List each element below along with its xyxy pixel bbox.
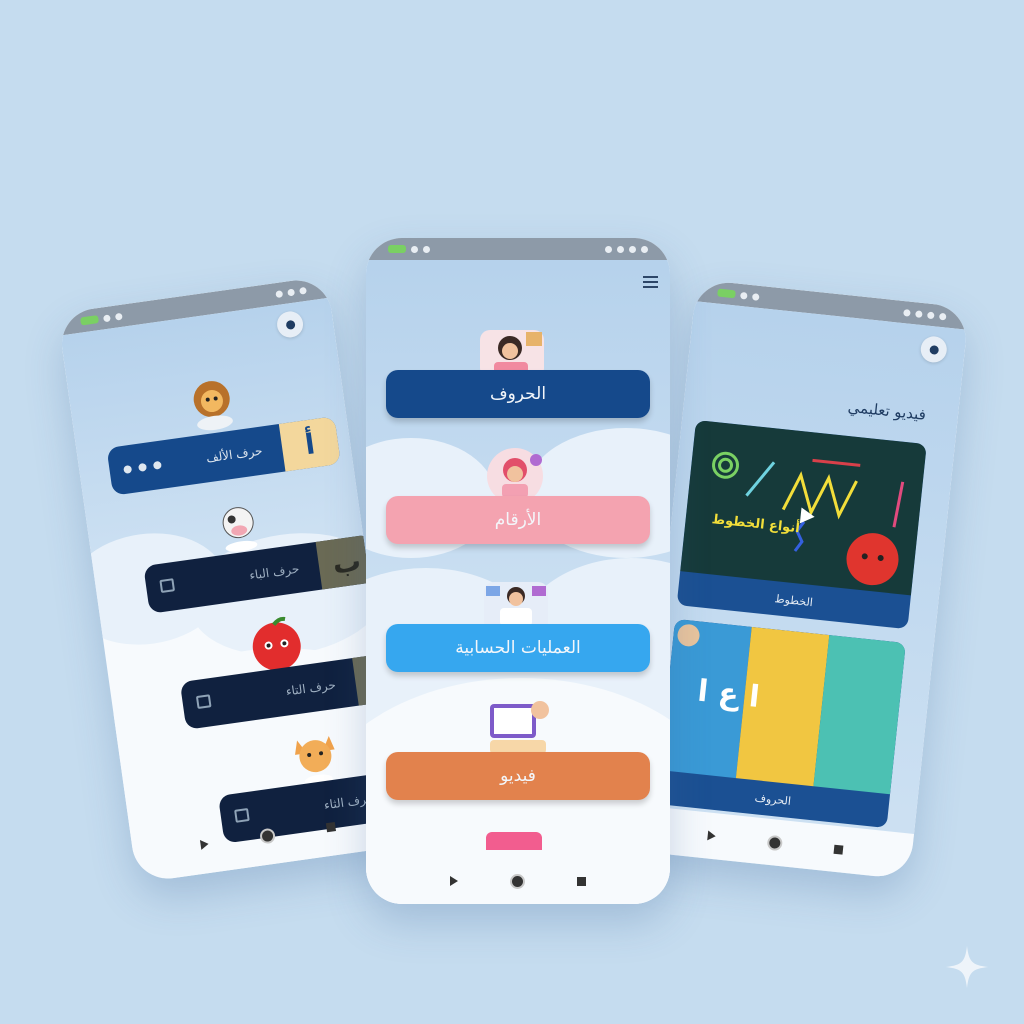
right-phone: فيديو تعليمي أنواع الخطوط الخطوط ا ع ا ا… (636, 279, 970, 880)
video-thumbnail: ا ع ا (659, 618, 906, 795)
nav-bar (366, 858, 670, 904)
letter-tile: أ (278, 416, 341, 472)
lock-icon (159, 578, 176, 593)
row-label: حرف الباء (248, 561, 301, 583)
back-icon[interactable] (450, 876, 458, 886)
status-bar (366, 238, 670, 260)
toy-icon (486, 832, 542, 850)
row-label: حرف الألف (205, 443, 264, 466)
button-label: فيديو (500, 766, 536, 786)
lock-icon (195, 694, 212, 710)
middle-phone: الحروف الأرقام العمليات الحسابية فيديو (366, 238, 670, 904)
sparkle-icon (944, 944, 990, 990)
button-label: العمليات الحسابية (455, 638, 581, 658)
video-art-text: ا ع ا (695, 673, 762, 715)
video-card[interactable]: أنواع الخطوط الخطوط (676, 419, 927, 630)
arithmetic-button[interactable]: العمليات الحسابية (386, 624, 650, 672)
letters-button[interactable]: الحروف (386, 370, 650, 418)
video-thumbnail: أنواع الخطوط (680, 419, 927, 596)
back-icon[interactable] (199, 838, 210, 850)
more-dots-icon (123, 460, 162, 474)
home-icon[interactable] (259, 827, 276, 845)
recent-apps-icon[interactable] (833, 844, 844, 855)
home-icon[interactable] (766, 834, 784, 851)
left-phone: حرف الألف أ حرف الباء ب حرف التاء ت حرف … (57, 275, 407, 884)
recent-apps-icon[interactable] (577, 876, 586, 886)
cow-icon (214, 500, 265, 556)
home-icon[interactable] (510, 873, 525, 889)
back-icon[interactable] (707, 830, 717, 842)
button-label: الأرقام (494, 510, 542, 530)
numbers-button[interactable]: الأرقام (386, 496, 650, 544)
video-button[interactable]: فيديو (386, 752, 650, 800)
video-teacher-icon (482, 694, 554, 758)
lion-icon (186, 376, 239, 434)
menu-icon[interactable] (643, 276, 658, 288)
button-label: الحروف (489, 384, 547, 404)
row-label: حرف التاء (284, 677, 337, 699)
video-card[interactable]: ا ع ا الحروف (655, 618, 906, 829)
recent-apps-icon[interactable] (325, 821, 336, 832)
